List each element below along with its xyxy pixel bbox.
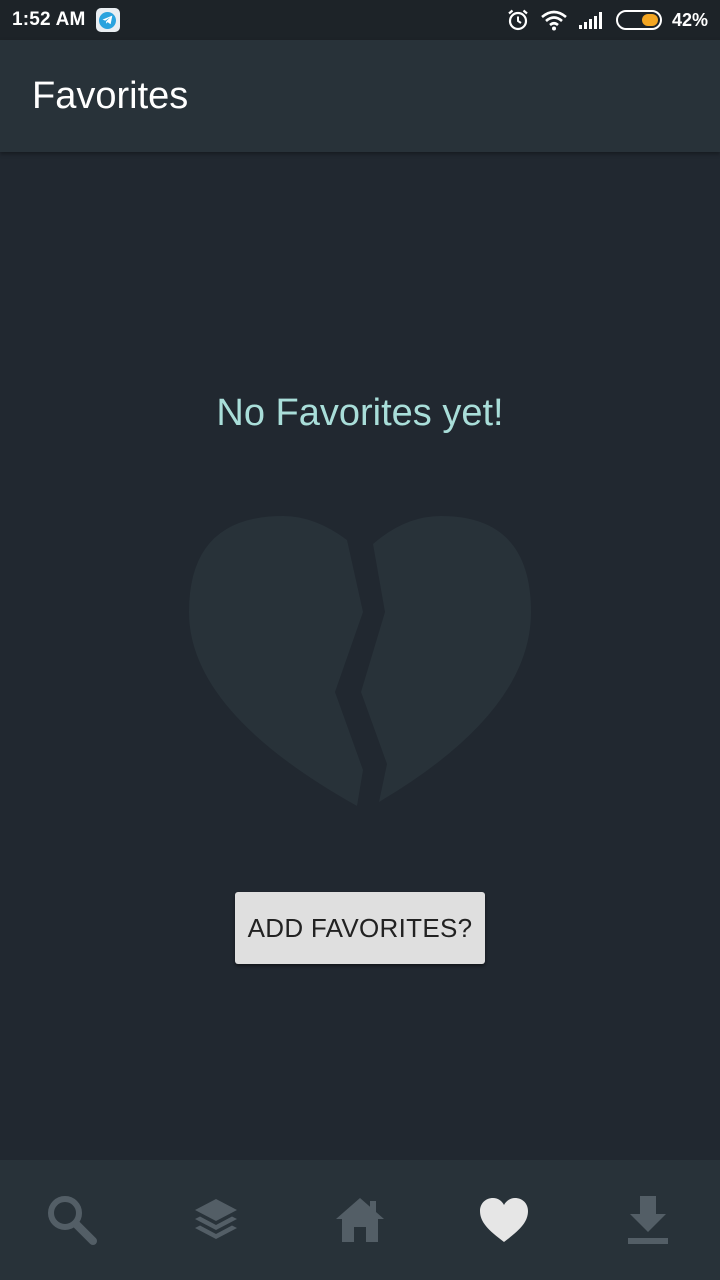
home-icon [336,1198,384,1242]
broken-heart-icon [189,516,531,806]
page-title: Favorites [32,74,189,117]
bottom-navigation [0,1160,720,1280]
app-bar: Favorites [0,40,720,152]
battery-percent: 42% [671,9,708,30]
battery-fill [642,14,658,26]
heart-icon [480,1198,528,1242]
layers-icon [195,1199,237,1239]
status-time: 1:52 AM [12,9,86,30]
telegram-icon [95,8,120,32]
nav-item-home[interactable] [288,1160,432,1280]
add-favorites-button[interactable]: ADD FAVORITES? [235,892,485,964]
nav-item-layers[interactable] [144,1160,288,1280]
status-right: 42% [506,8,708,32]
download-icon [628,1196,668,1244]
status-bar: 1:52 AM 42% [0,0,720,40]
nav-item-favorites[interactable] [432,1160,576,1280]
status-left: 1:52 AM [12,8,120,32]
battery-icon [615,10,662,30]
alarm-icon [506,8,530,32]
empty-message: No Favorites yet! [216,392,504,434]
nav-item-download[interactable] [576,1160,720,1280]
wifi-icon [540,9,568,31]
signal-icon [578,10,606,30]
search-icon [48,1196,97,1245]
favorites-empty-state: No Favorites yet! ADD FAVORITES? [0,152,720,1160]
nav-item-search[interactable] [0,1160,144,1280]
